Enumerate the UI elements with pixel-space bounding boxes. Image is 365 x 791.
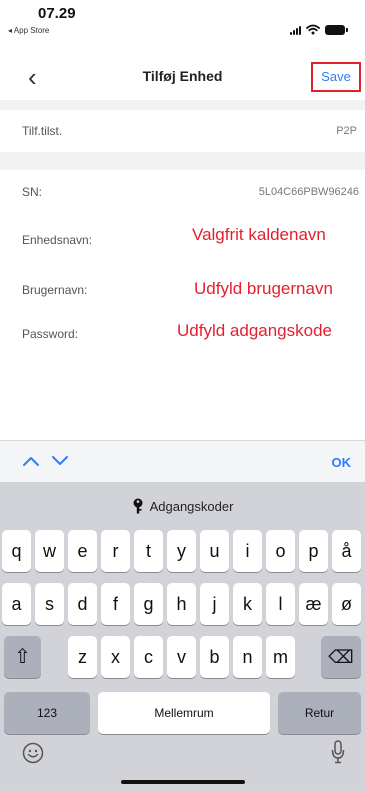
key-å[interactable]: å [332,530,361,572]
key-b[interactable]: b [200,636,229,678]
emoji-icon[interactable] [22,742,44,764]
chevron-down-icon[interactable] [51,454,69,468]
save-button[interactable]: Save [311,62,361,92]
navigation-bar: ‹ Tilføj Enhed Save [0,56,365,100]
sn-value: 5L04C66PBW96246 [258,186,359,198]
key-h[interactable]: h [167,583,196,625]
device-form: SN: 5L04C66PBW96246 Enhedsnavn: Valgfrit… [0,170,365,440]
shift-key[interactable]: ⇧ [4,636,41,678]
back-to-app-store-link[interactable]: ◂ App Store [8,26,49,35]
key-y[interactable]: y [167,530,196,572]
key-g[interactable]: g [134,583,163,625]
key-e[interactable]: e [68,530,97,572]
key-k[interactable]: k [233,583,262,625]
key-w[interactable]: w [35,530,64,572]
key-u[interactable]: u [200,530,229,572]
key-c[interactable]: c [134,636,163,678]
key-n[interactable]: n [233,636,262,678]
ok-button[interactable]: OK [332,455,352,470]
device-type-row[interactable]: Tilf.tilst. P2P [0,110,365,152]
password-row[interactable]: Password: Udfyld adgangskode [0,315,365,359]
key-v[interactable]: v [167,636,196,678]
key-m[interactable]: m [266,636,295,678]
password-annotation: Udfyld adgangskode [177,321,333,340]
device-name-annotation: Valgfrit kaldenavn [192,225,326,244]
key-a[interactable]: a [2,583,31,625]
key-d[interactable]: d [68,583,97,625]
device-name-row[interactable]: Enhedsnavn: Valgfrit kaldenavn [0,216,365,260]
status-icons [290,24,348,35]
battery-icon [325,24,348,35]
username-row[interactable]: Brugernavn: Udfyld brugernavn [0,270,365,314]
suggestion-label: Adgangskoder [149,498,234,514]
key-x[interactable]: x [101,636,130,678]
passwords-suggestion[interactable]: Adgangskoder [132,498,234,514]
keyboard-bottom-area [0,720,365,791]
device-type-label: Tilf.tilst. [22,124,63,138]
keyboard-accessory-bar: OK [0,440,365,482]
wifi-icon [306,24,320,35]
cellular-signal-icon [290,25,301,35]
username-annotation: Udfyld brugernavn [194,279,333,298]
key-r[interactable]: r [101,530,130,572]
password-label: Password: [22,327,79,341]
status-bar: 07.29 ◂ App Store [0,0,365,56]
key-ø[interactable]: ø [332,583,361,625]
status-time: 07.29 [38,5,76,22]
key-t[interactable]: t [134,530,163,572]
key-z[interactable]: z [68,636,97,678]
chevron-up-icon[interactable] [22,454,40,468]
key-i[interactable]: i [233,530,262,572]
password-suggestion-bar: Adgangskoder [0,482,365,528]
device-type-value: P2P [336,125,357,137]
key-s[interactable]: s [35,583,64,625]
microphone-icon[interactable] [331,740,345,764]
key-j[interactable]: j [200,583,229,625]
sn-label: SN: [22,185,43,199]
key-f[interactable]: f [101,583,130,625]
key-o[interactable]: o [266,530,295,572]
key-icon [133,498,143,514]
key-l[interactable]: l [266,583,295,625]
key-æ[interactable]: æ [299,583,328,625]
key-p[interactable]: p [299,530,328,572]
home-indicator [121,780,245,784]
key-q[interactable]: q [2,530,31,572]
sn-row: SN: 5L04C66PBW96246 [0,170,365,220]
delete-key[interactable]: ⌫ [321,636,361,678]
device-name-label: Enhedsnavn: [22,233,93,247]
username-label: Brugernavn: [22,283,88,297]
